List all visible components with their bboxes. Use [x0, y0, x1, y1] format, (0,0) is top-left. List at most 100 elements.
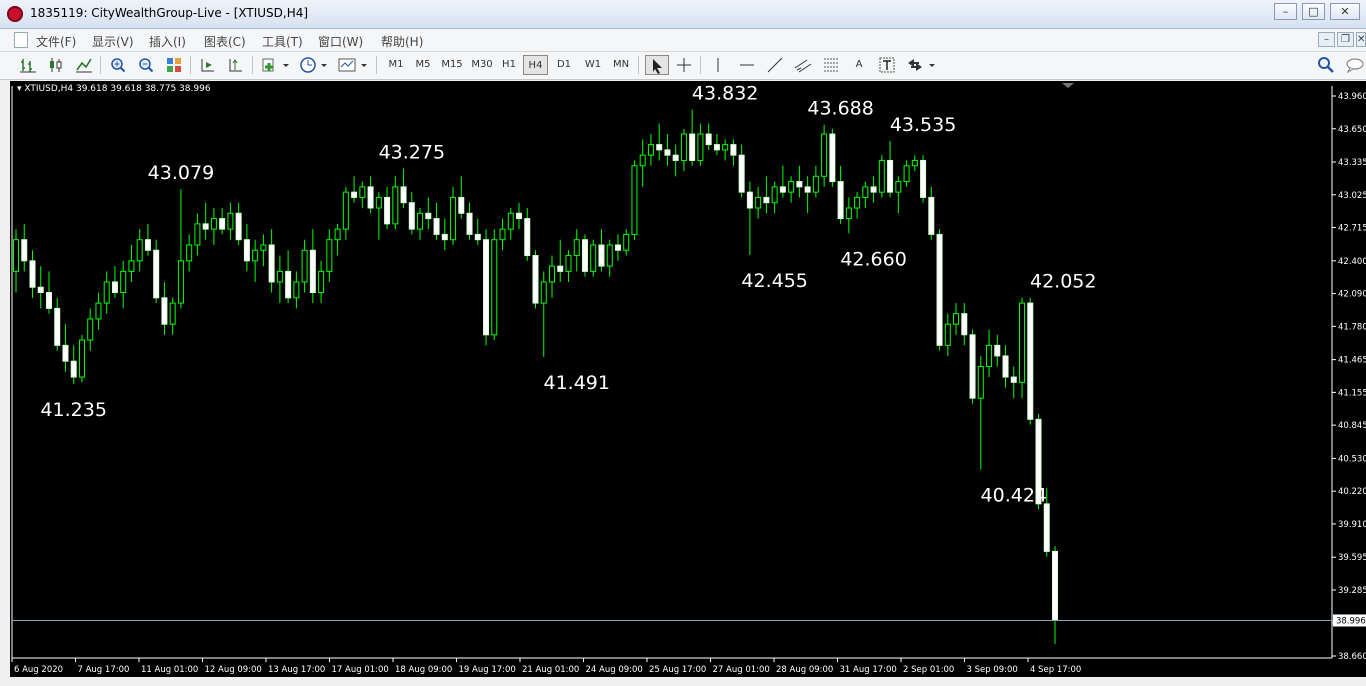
timeframe-h4-button[interactable]: H4 — [523, 55, 548, 75]
mdi-minimize-button[interactable]: – — [1318, 32, 1335, 47]
zoom-out-icon[interactable] — [136, 55, 156, 75]
zoom-in-icon[interactable] — [108, 55, 128, 75]
search-icon[interactable] — [1316, 55, 1336, 75]
timeframe-m30-button[interactable]: M30 — [468, 55, 496, 75]
candle-body — [169, 302, 176, 325]
mdi-restore-button[interactable]: ❐ — [1337, 32, 1354, 47]
timeframe-m1-button[interactable]: M1 — [384, 55, 408, 75]
candle-body — [598, 244, 605, 267]
x-tick-label: 18 Aug 09:00 — [395, 665, 452, 675]
candle-body — [796, 181, 803, 188]
candle-body — [359, 186, 366, 198]
text-label-icon[interactable] — [877, 55, 897, 75]
menu-view[interactable]: 显示(V) — [92, 33, 134, 50]
status-bar — [0, 677, 1366, 686]
candle-body — [606, 244, 613, 267]
candle-body — [779, 186, 786, 193]
autoscroll-icon[interactable] — [198, 55, 218, 75]
price-chart[interactable]: 41.235 43.079 43.275 41.491 43.832 42.455 43.6… — [10, 81, 1366, 677]
candle-body — [746, 191, 753, 209]
y-tick-label: 43.650 — [1338, 125, 1366, 135]
y-tick-label: 42.715 — [1338, 224, 1366, 234]
candle-body — [548, 265, 555, 283]
timeframe-w1-button[interactable]: W1 — [581, 55, 605, 75]
chart-area[interactable]: 41.235 43.079 43.275 41.491 43.832 42.455 43.6… — [10, 81, 1366, 677]
timeframe-h1-button[interactable]: H1 — [498, 55, 520, 75]
current-price-label: 38.996 — [1336, 616, 1366, 626]
mdi-close-button[interactable]: ✕ — [1356, 32, 1366, 47]
menu-window[interactable]: 窗口(W) — [318, 33, 363, 50]
menu-insert[interactable]: 插入(I) — [149, 33, 186, 50]
candle-body — [252, 249, 259, 262]
candle-body — [928, 196, 935, 235]
menu-tools[interactable]: 工具(T) — [262, 33, 303, 50]
candle-body — [878, 159, 885, 193]
bar-chart-icon[interactable] — [18, 55, 38, 75]
trendline-icon[interactable] — [765, 55, 785, 75]
candle-body — [1052, 550, 1058, 621]
vertical-line-icon[interactable] — [708, 55, 728, 75]
close-button[interactable]: ✕ — [1330, 3, 1360, 20]
candle-body — [953, 313, 960, 325]
timeframe-d1-button[interactable]: D1 — [552, 55, 576, 75]
candle-body — [986, 344, 993, 367]
price-annotation: 40.424 — [981, 485, 1047, 507]
equidistant-channel-icon[interactable] — [793, 55, 813, 75]
y-tick-label: 43.025 — [1338, 191, 1366, 201]
cursor-icon[interactable] — [645, 55, 669, 75]
candle-body — [136, 239, 143, 262]
x-tick-label: 24 Aug 09:00 — [586, 665, 643, 675]
candle-body — [13, 239, 19, 272]
fibonacci-icon[interactable] — [821, 55, 841, 75]
tile-windows-icon[interactable] — [164, 55, 184, 75]
crosshair-icon[interactable] — [674, 55, 694, 75]
indicators-icon[interactable] — [260, 55, 290, 75]
price-annotation: 43.079 — [148, 162, 214, 184]
candle-body — [829, 133, 836, 183]
candle-body — [103, 281, 110, 304]
candle-body — [268, 244, 275, 283]
menu-charts[interactable]: 图表(C) — [204, 33, 246, 50]
candle-body — [705, 133, 712, 146]
candle-body — [961, 313, 968, 336]
candle-body — [161, 297, 168, 325]
candle-body — [557, 265, 564, 272]
candlestick-icon[interactable] — [46, 55, 66, 75]
candle-body — [276, 270, 283, 283]
candle-body — [920, 159, 927, 198]
timeframe-m5-button[interactable]: M5 — [411, 55, 435, 75]
chat-icon[interactable] — [1344, 55, 1366, 75]
candle-body — [111, 281, 118, 294]
chart-shift-icon[interactable] — [226, 55, 246, 75]
maximize-button[interactable]: □ — [1302, 3, 1325, 20]
candle-body — [664, 149, 671, 156]
candle-body — [491, 239, 498, 336]
timeframe-m15-button[interactable]: M15 — [438, 55, 466, 75]
price-annotation: 42.052 — [1030, 271, 1096, 293]
candle-body — [417, 212, 424, 230]
minimize-button[interactable]: – — [1274, 3, 1297, 20]
x-tick-label: 6 Aug 2020 — [14, 665, 63, 675]
templates-icon[interactable] — [336, 55, 370, 75]
candle-body — [565, 255, 572, 272]
window-title: 1835119: CityWealthGroup-Live - [XTIUSD,… — [30, 6, 309, 20]
text-icon[interactable]: A — [849, 55, 869, 75]
menu-file[interactable]: 文件(F) — [36, 33, 76, 50]
menu-help[interactable]: 帮助(H) — [381, 33, 423, 50]
horizontal-line-icon[interactable] — [737, 55, 757, 75]
timeframe-mn-button[interactable]: MN — [608, 55, 634, 75]
periodicity-icon[interactable] — [298, 55, 328, 75]
candle-body — [210, 218, 217, 230]
candle-body — [466, 212, 473, 235]
chart-window-icon[interactable] — [14, 32, 28, 48]
candle-body — [647, 144, 654, 156]
candle-body — [895, 181, 902, 193]
toolbar: M1 M5 M15 M30 H1 H4 D1 W1 MN A — [0, 52, 1366, 80]
y-tick-label: 40.845 — [1338, 421, 1366, 431]
x-tick-label: 28 Aug 09:00 — [776, 665, 833, 675]
candle-body — [219, 218, 226, 230]
candle-body — [837, 181, 844, 220]
arrows-icon[interactable] — [905, 55, 937, 75]
line-chart-icon[interactable] — [74, 55, 94, 75]
candle-body — [499, 228, 506, 241]
